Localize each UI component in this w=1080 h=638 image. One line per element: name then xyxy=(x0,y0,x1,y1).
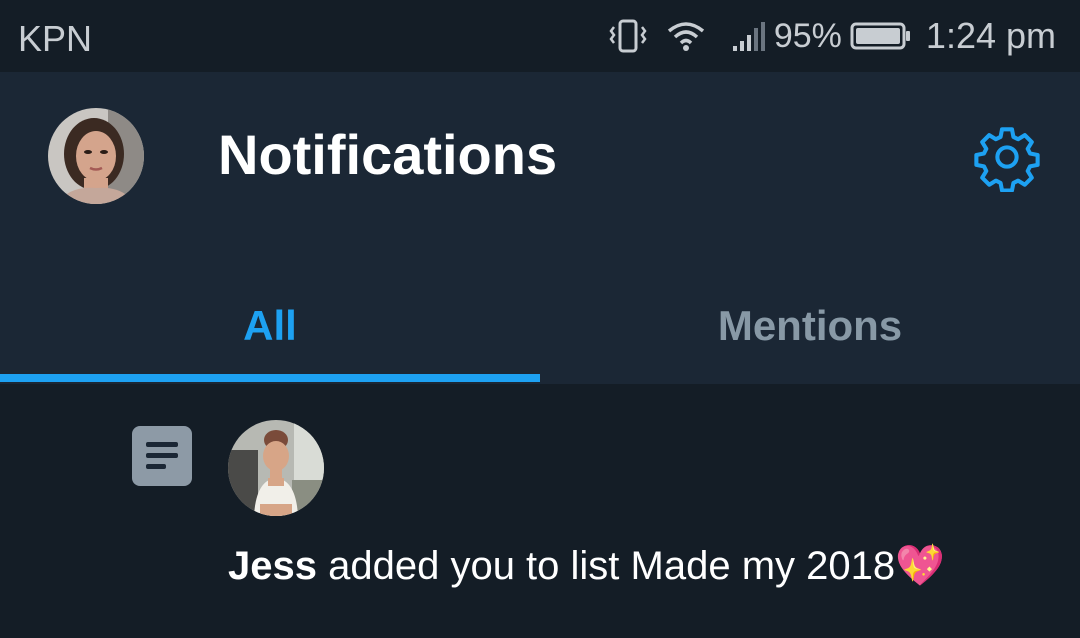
notification-message: added you to list Made my 2018 xyxy=(316,544,896,588)
status-bar: KPN 95% 1:24 pm xyxy=(0,0,1080,72)
profile-avatar[interactable] xyxy=(48,108,144,204)
signal-icon xyxy=(732,20,768,52)
page-title: Notifications xyxy=(218,123,558,186)
app-header: Notifications All Mentions xyxy=(0,72,1080,384)
clock: 1:24 pm xyxy=(925,15,1056,56)
sparkling-heart-icon: 💖 xyxy=(895,544,945,588)
vibrate-icon xyxy=(608,18,648,54)
tab-all[interactable]: All xyxy=(0,268,540,384)
notification-text: Jess added you to list Made my 2018💖 xyxy=(228,542,945,589)
battery-icon xyxy=(850,21,912,51)
notification-user[interactable]: Jess xyxy=(228,544,317,588)
list-icon xyxy=(132,426,192,486)
carrier-name: KPN xyxy=(18,18,93,59)
active-tab-indicator xyxy=(0,374,540,382)
tab-bar: All Mentions xyxy=(0,268,1080,384)
notification-item[interactable]: Jess added you to list Made my 2018💖 xyxy=(0,384,1080,638)
wifi-icon xyxy=(666,19,706,53)
user-avatar[interactable] xyxy=(228,420,324,516)
battery-percent: 95% xyxy=(773,16,842,55)
status-icons: 95% 1:24 pm xyxy=(590,14,1056,58)
tab-mentions[interactable]: Mentions xyxy=(540,268,1080,384)
settings-button[interactable] xyxy=(972,122,1042,193)
gear-icon xyxy=(972,127,1042,196)
